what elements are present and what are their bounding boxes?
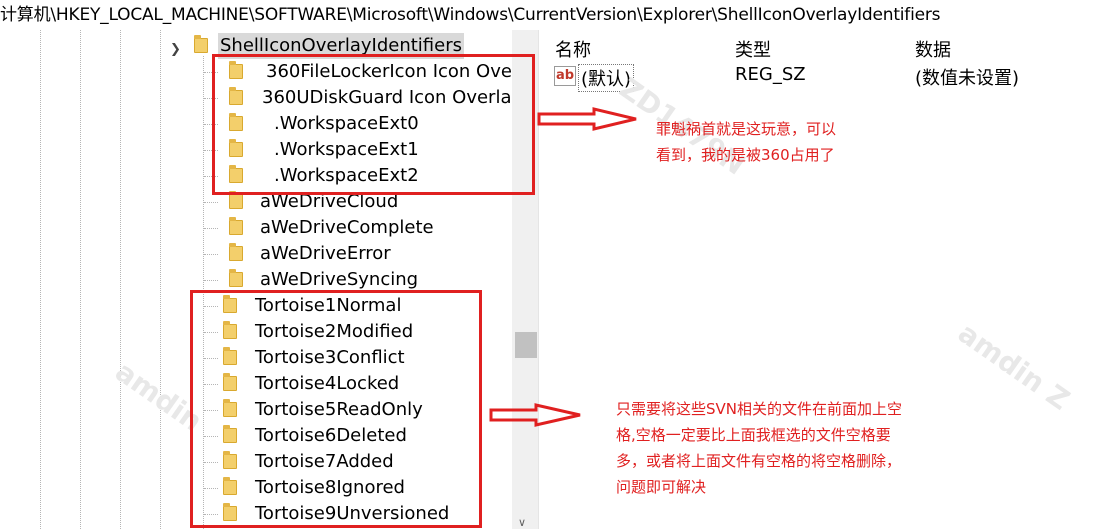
folder-icon: [229, 217, 243, 235]
column-header-data[interactable]: 数据: [915, 36, 951, 62]
tree-connector: [204, 254, 218, 255]
folder-icon: [229, 191, 243, 209]
tree-item[interactable]: aWeDriveError: [0, 241, 512, 267]
tree-connector: [204, 202, 218, 203]
column-header-type[interactable]: 类型: [735, 36, 771, 62]
annotation-note-culprit: 罪魁祸首就是这玩意，可以 看到，我的是被360占用了: [656, 120, 837, 164]
tree-item[interactable]: aWeDriveComplete: [0, 215, 512, 241]
arrow-icon: [537, 107, 637, 131]
scrollbar-thumb[interactable]: [515, 332, 537, 358]
tree-item-label: aWeDriveError: [260, 243, 391, 264]
string-value-icon: ab: [554, 66, 576, 86]
arrow-icon: [489, 403, 581, 427]
tree-connector: [204, 280, 218, 281]
highlight-box-360: [212, 54, 535, 195]
folder-icon: [229, 243, 243, 261]
address-bar[interactable]: 计算机\HKEY_LOCAL_MACHINE\SOFTWARE\Microsof…: [0, 0, 1107, 30]
annotation-note-solution: 只需要将这些SVN相关的文件在前面加上空 格,空格一定要比上面我框选的文件空格要…: [616, 400, 903, 496]
folder-icon: [229, 269, 243, 287]
value-type: REG_SZ: [735, 64, 806, 85]
value-data: (数值未设置): [915, 68, 1020, 89]
tree-item-label: aWeDriveComplete: [260, 217, 434, 238]
highlight-box-tortoise: [190, 290, 482, 528]
scroll-down-icon[interactable]: ∨: [518, 516, 526, 529]
tree-connector: [204, 228, 218, 229]
column-header-name[interactable]: 名称: [555, 36, 591, 62]
folder-icon: [194, 35, 208, 53]
